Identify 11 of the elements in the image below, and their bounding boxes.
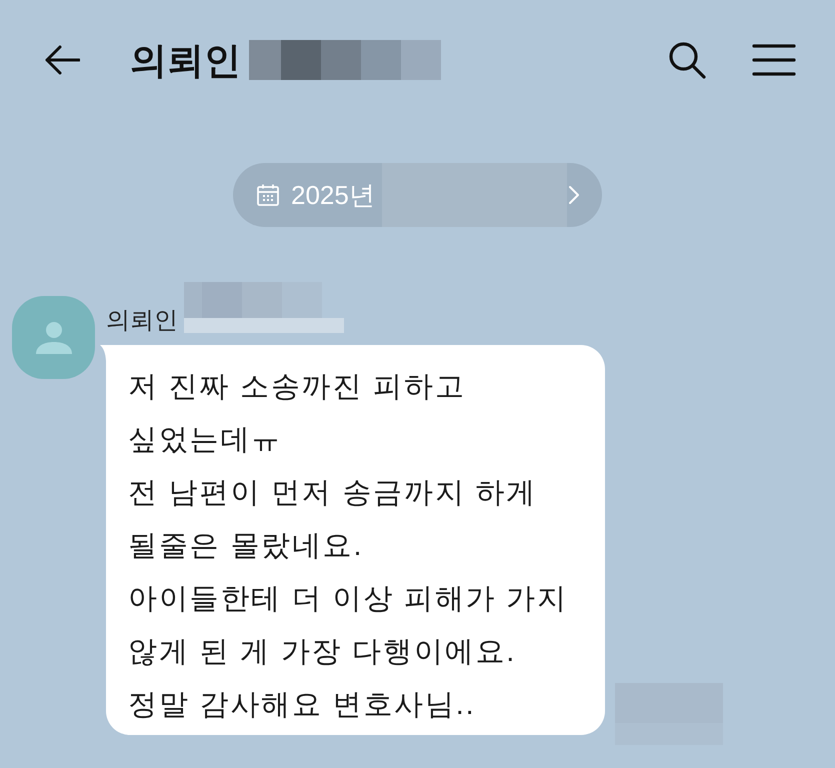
person-icon: [36, 320, 72, 356]
chevron-right-icon: [568, 185, 580, 205]
date-divider-pill[interactable]: 2025년: [233, 163, 602, 227]
menu-icon[interactable]: [752, 44, 796, 76]
calendar-icon: [256, 183, 280, 207]
back-arrow-icon[interactable]: [44, 45, 80, 75]
chat-title: 의뢰인: [130, 42, 241, 78]
sender-name: 의뢰인: [106, 308, 178, 332]
message-text: 저 진짜 소송까진 피하고 싶었는데ㅠ 전 남편이 먼저 송금까지 하게 될줄은 몰랐네요. 아이들한테 더 이상 피해가 가지 않게 된 게 가장 다행이에요. 정말 감사해요 변호사님..: [128, 370, 569, 723]
search-icon[interactable]: [668, 41, 706, 79]
date-text: 2025년: [291, 182, 375, 208]
